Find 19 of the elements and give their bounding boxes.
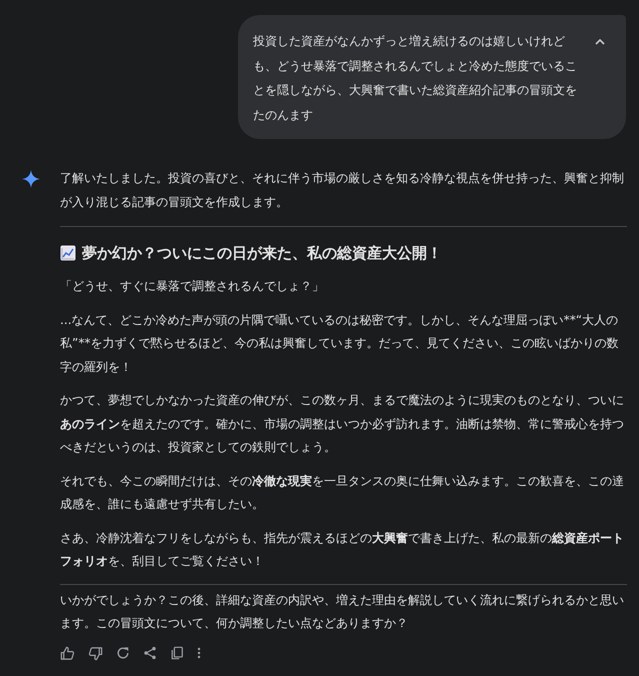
user-message: 投資した資産がなんかずっと増え続けるのは嬉しいけれども、どうせ暴落で調整されるんでしょと冷めた態度でいることを隠しながら、大興奮で書いた総資産紹介記事の冒頭文をたのんます — [253, 33, 578, 124]
chevron-icon — [595, 39, 605, 45]
more-icon — [197, 647, 201, 659]
article-paragraph: ...なんて、どこか冷めた声が頭の片隅で囁いているのは秘密です。しかし、そんな理屈っぽい**“大人の私”**を力ずくで黙らせるほど、今の私は興奮しています。だって、見てください、この眩いばかりの数字の羅列を！ — [60, 312, 620, 376]
copy-icon — [170, 646, 184, 660]
article-heading: 夢か幻か？ついにこの日が来た、私の総資産大公開！ — [82, 243, 442, 264]
more-options-button[interactable] — [195, 645, 203, 661]
article-paragraph: かつて、夢想でしかなかった資産の伸びが、この数ヶ月、まるで魔法のように現実のものとなり、ついに あのラインを超えたのです。確かに、市場の調整はいつか必ず訪れます。油断は禁物、常に警戒心を持つべきだというのは、投資家としての鉄則でしょう。 — [60, 392, 625, 456]
article-paragraph: さあ、冷静沈着なフリをしながらも、指先が震えるほどの大興奮で書き上げた、私の最新の総資産ポートフォリオ を、刮目してご覧ください！ — [60, 530, 625, 570]
response-closing: いかがでしょうか？この後、詳細な資産の内訳や、増えた理由を解説していく流れに繋げられるかと思います。この冒頭文について、何か調整したい点などありますか？ — [60, 592, 625, 632]
article-paragraph: それでも、今この瞬間だけは、その冷徹な現実を一旦タンスの奥に仕舞い込みます。この歓喜を、この達成感を、誰にも遠慮せず共有したい。 — [60, 472, 625, 513]
chart-icon — [60, 245, 76, 261]
refresh-icon — [116, 646, 130, 660]
thumbs-up-icon — [60, 646, 75, 660]
article-paragraph: 「どうせ、すぐに暴落で調整されるんでしょ？」 — [60, 278, 325, 295]
response-intro: 了解いたしました。投資の喜びと、それに伴う市場の厳しさを知る冷静な視点を併せ持った、興奮と抑制が入り混じる記事の冒頭文を作成します。 — [60, 170, 625, 210]
share-icon — [143, 646, 157, 660]
thumbs-down-icon — [88, 646, 103, 660]
sparkle-icon — [22, 170, 40, 188]
